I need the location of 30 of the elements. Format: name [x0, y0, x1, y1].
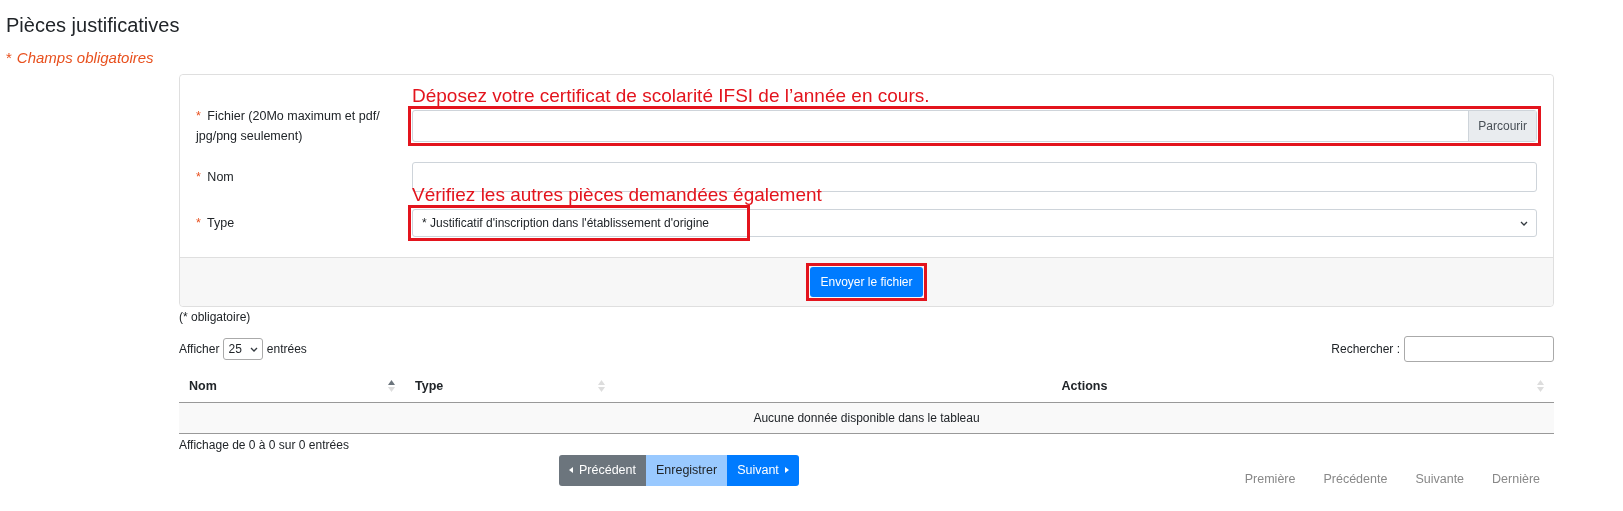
required-mark: *	[6, 49, 12, 66]
empty-table-message: Aucune donnée disponible dans le tableau	[179, 402, 1554, 434]
entries-label: entrées	[266, 342, 307, 356]
annotation-text: Déposez votre certificat de scolarité IFSI de l’année en cours.	[412, 85, 930, 107]
type-select[interactable]: * Justificatif d'inscription dans l'établissement d'origine	[412, 209, 1537, 237]
page-title: Pièces justificatives	[6, 13, 181, 38]
page-length-select[interactable]: 25	[223, 338, 263, 360]
field-label: * Type	[196, 215, 236, 232]
column-header[interactable]: Type	[405, 370, 615, 403]
previous-button[interactable]: Précédent	[559, 454, 646, 486]
send-file-button[interactable]: Envoyer le fichier	[810, 267, 923, 297]
annotation-text: Vérifiez les autres pièces demandées également	[412, 184, 822, 206]
next-button[interactable]: Suivant	[727, 454, 799, 486]
search-label: Rechercher :	[1331, 342, 1400, 356]
field-label: * Fichier (20Mo maximum et pdf/ jpg/png seulement)	[196, 108, 381, 145]
save-button[interactable]: Enregistrer	[646, 454, 728, 486]
search-field[interactable]	[1404, 336, 1554, 362]
chevron-down-icon	[1520, 220, 1528, 226]
required-footnote: (* obligatoire)	[179, 310, 252, 324]
show-label: Afficher	[179, 342, 220, 356]
browse-button[interactable]: Parcourir	[1468, 111, 1536, 141]
table-info: Affichage de 0 à 0 sur 0 entrées	[179, 438, 350, 452]
field-label: * Nom	[196, 169, 235, 186]
column-header[interactable]: Nom	[179, 370, 405, 403]
chevron-down-icon	[249, 346, 258, 352]
required-note: Champs obligatoires	[16, 49, 154, 66]
column-header[interactable]: Actions	[615, 370, 1554, 403]
file-input[interactable]: Parcourir	[412, 110, 1537, 142]
triangle-right-icon	[784, 467, 789, 473]
triangle-left-icon	[569, 467, 573, 473]
